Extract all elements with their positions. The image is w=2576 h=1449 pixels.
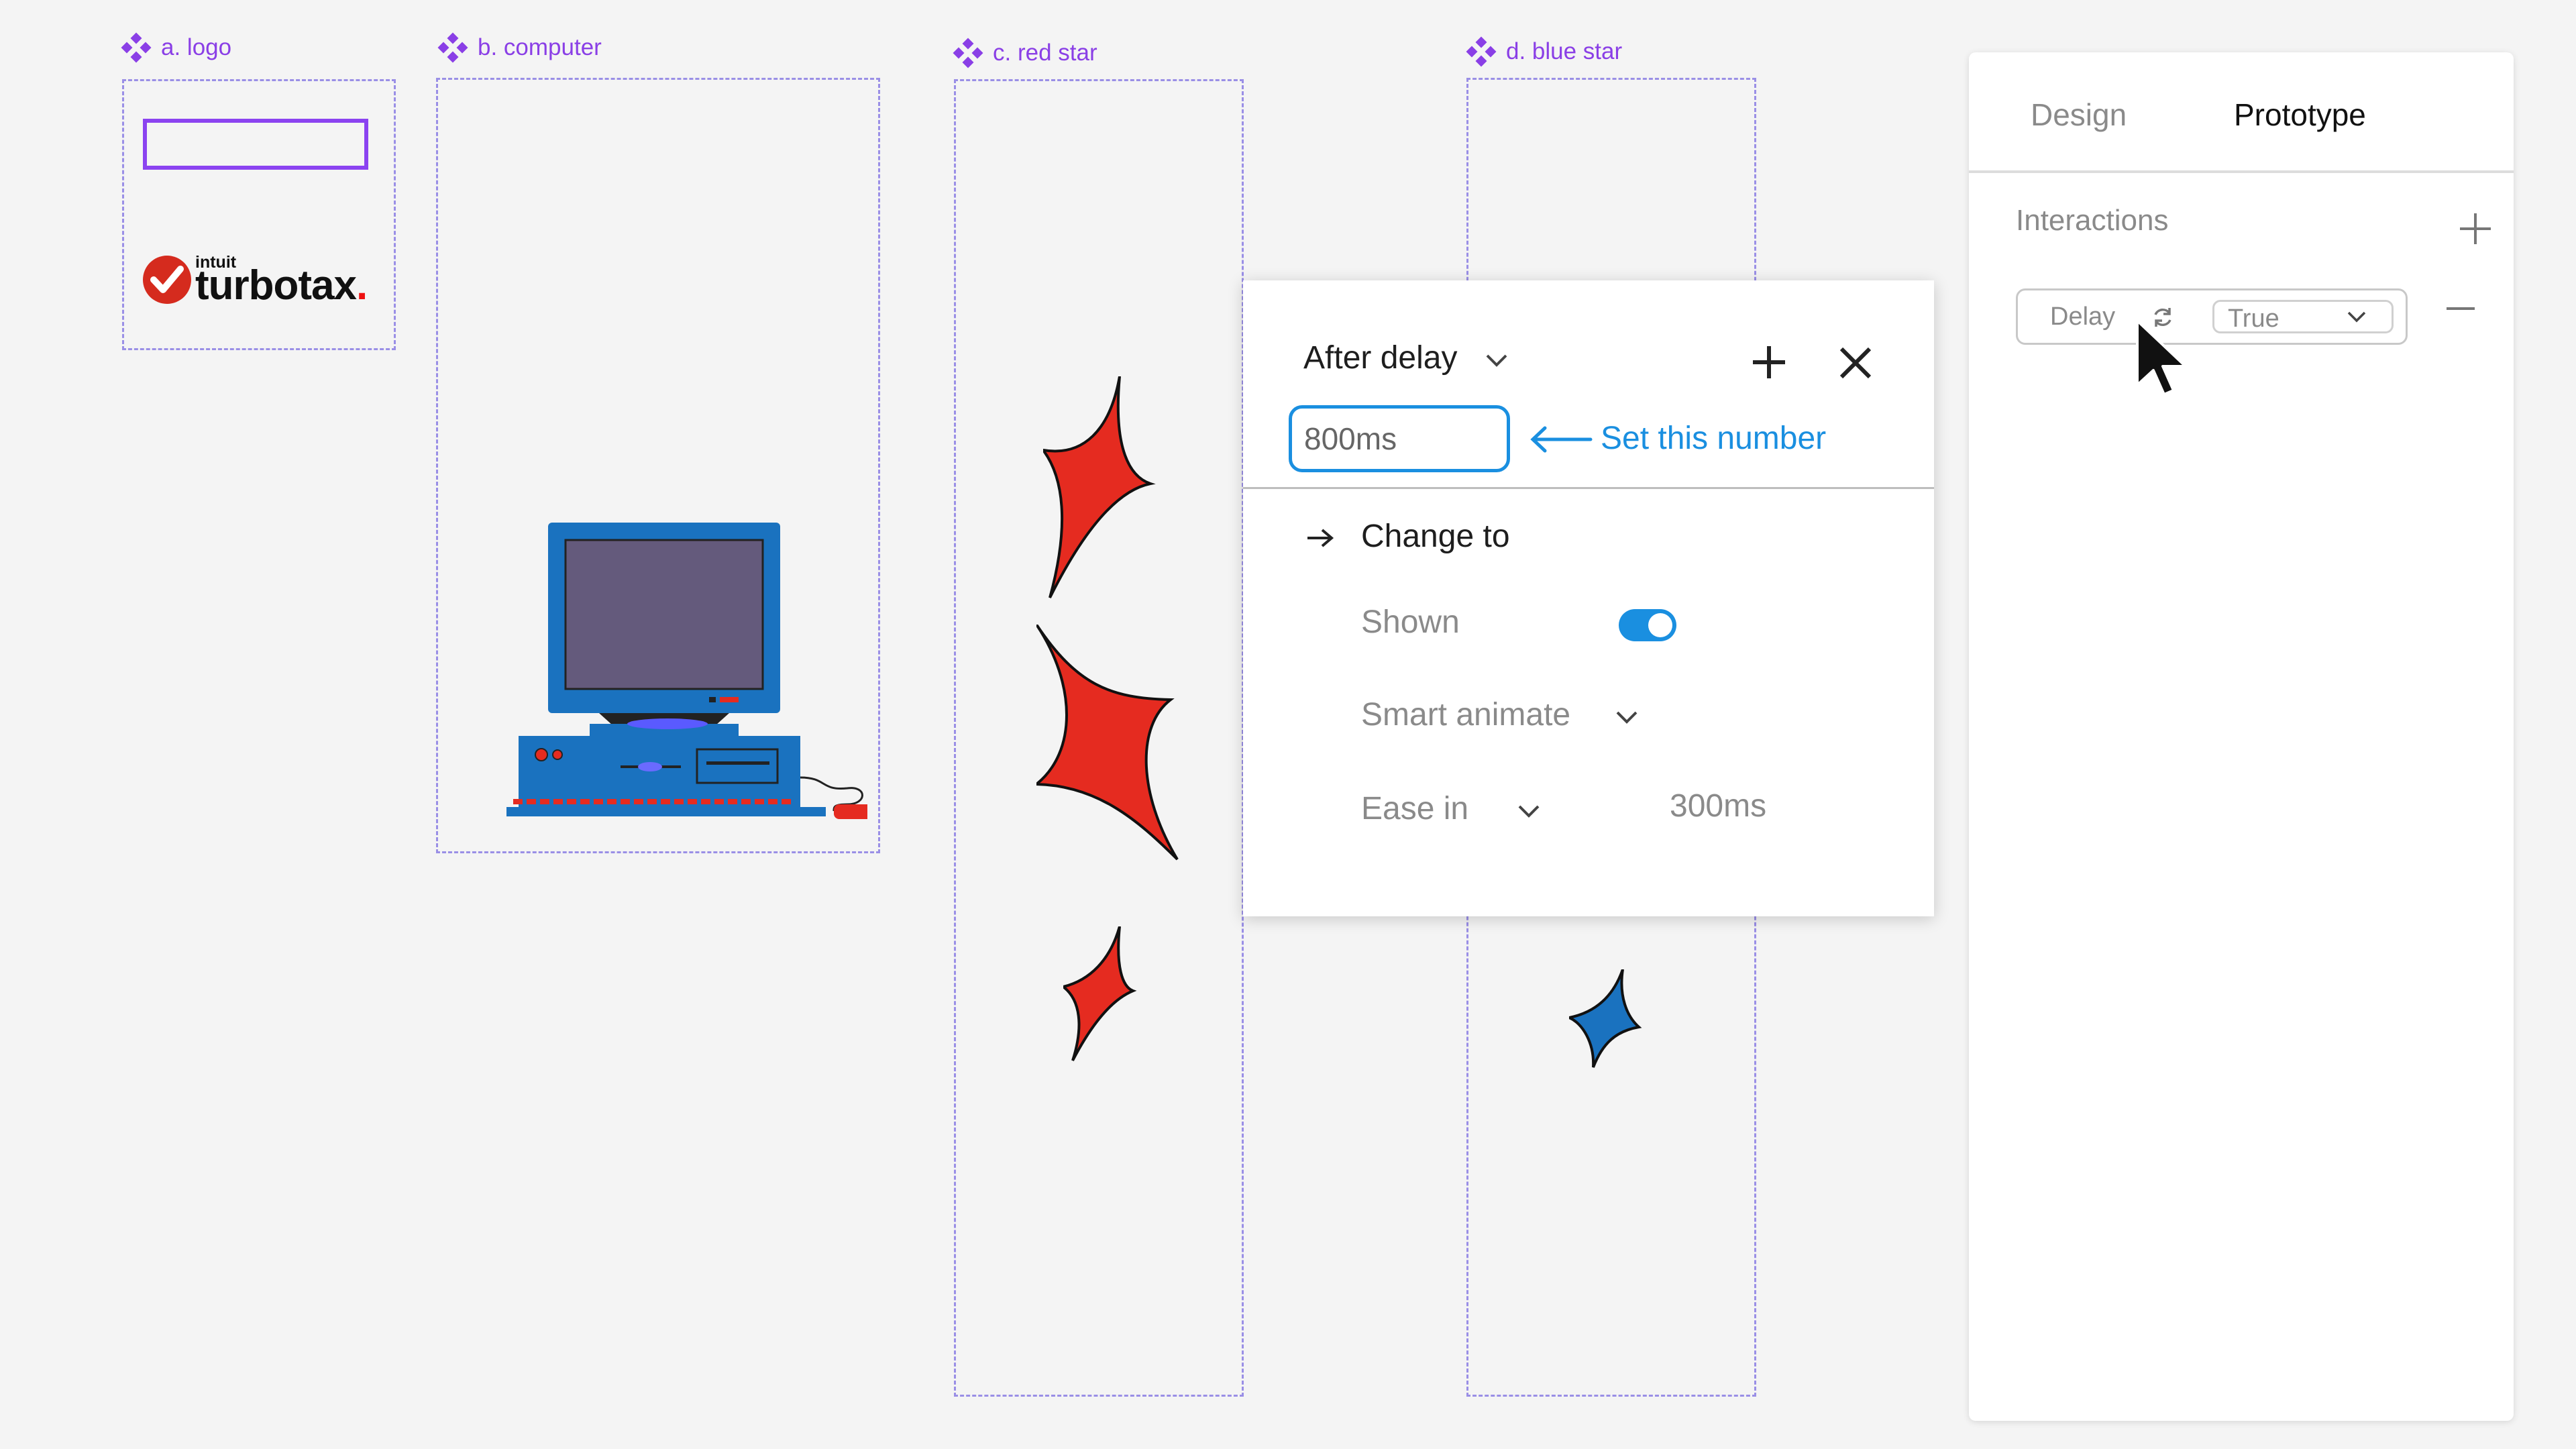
action-dropdown-label[interactable]: Change to (1361, 518, 1510, 555)
property-label: Shown (1361, 604, 1460, 640)
component-label-text: b. computer (478, 34, 602, 60)
logo-placeholder-rect[interactable] (143, 119, 368, 170)
minus-icon[interactable] (2444, 302, 2477, 315)
component-icon (953, 38, 983, 68)
chevron-down-icon[interactable] (1613, 707, 1640, 727)
chevron-down-icon[interactable] (1483, 350, 1510, 370)
animation-dropdown-label[interactable]: Smart animate (1361, 696, 1570, 733)
easing-dropdown-label[interactable]: Ease in (1361, 790, 1468, 827)
component-label-computer[interactable]: b. computer (437, 32, 602, 63)
red-star-1 (1043, 376, 1156, 598)
component-label-text: c. red star (993, 40, 1097, 66)
component-icon (121, 32, 152, 63)
panel-divider (1969, 170, 2514, 173)
red-star-2 (1036, 625, 1179, 861)
shown-toggle[interactable] (1619, 609, 1676, 641)
plus-icon[interactable] (2457, 211, 2493, 247)
hint-text: Set this number (1601, 421, 1827, 456)
cursor-icon (2136, 319, 2187, 396)
logo-frame[interactable]: intuit turbotax. (122, 79, 396, 350)
interactions-section-title: Interactions (2016, 204, 2169, 237)
properties-panel: Design Prototype Interactions Delay True (1969, 52, 2514, 1421)
component-label-blue-star[interactable]: d. blue star (1466, 36, 1622, 67)
arrow-left-icon (1530, 426, 1593, 453)
computer-illustration (506, 523, 867, 819)
plus-icon[interactable] (1749, 342, 1789, 382)
delay-input[interactable] (1289, 405, 1510, 472)
toggle-knob (1648, 613, 1672, 637)
component-label-text: d. blue star (1506, 38, 1623, 64)
chevron-down-icon (2347, 311, 2366, 323)
checkmark-logo-icon (143, 256, 191, 304)
value-select-label: True (2228, 305, 2279, 333)
computer-frame[interactable] (436, 78, 880, 853)
chevron-down-icon[interactable] (1515, 801, 1542, 821)
component-icon (437, 32, 468, 63)
value-select[interactable]: True (2212, 300, 2394, 333)
tab-prototype[interactable]: Prototype (2234, 97, 2366, 133)
interaction-row[interactable]: Delay True (2016, 288, 2408, 345)
component-label-red-star[interactable]: c. red star (953, 38, 1097, 68)
brand-small-text: intuit (195, 253, 237, 272)
close-icon[interactable] (1837, 345, 1874, 381)
component-label-text: a. logo (161, 34, 232, 60)
popup-divider (1243, 487, 1934, 489)
interaction-popup[interactable]: After delay Set this number Change to Sh… (1243, 280, 1934, 916)
interaction-trigger-label: Delay (2050, 303, 2116, 331)
red-star-frame[interactable] (954, 79, 1244, 1397)
brand-dot: . (356, 262, 368, 309)
tab-design[interactable]: Design (2031, 97, 2127, 133)
blue-star (1569, 969, 1642, 1068)
component-icon (1466, 36, 1497, 67)
arrow-right-icon (1307, 529, 1334, 547)
red-star-3 (1063, 926, 1137, 1061)
component-label-logo[interactable]: a. logo (121, 32, 231, 63)
trigger-dropdown-label[interactable]: After delay (1303, 339, 1457, 376)
duration-value[interactable]: 300ms (1670, 788, 1766, 824)
turbotax-logo: intuit turbotax. (142, 253, 368, 309)
